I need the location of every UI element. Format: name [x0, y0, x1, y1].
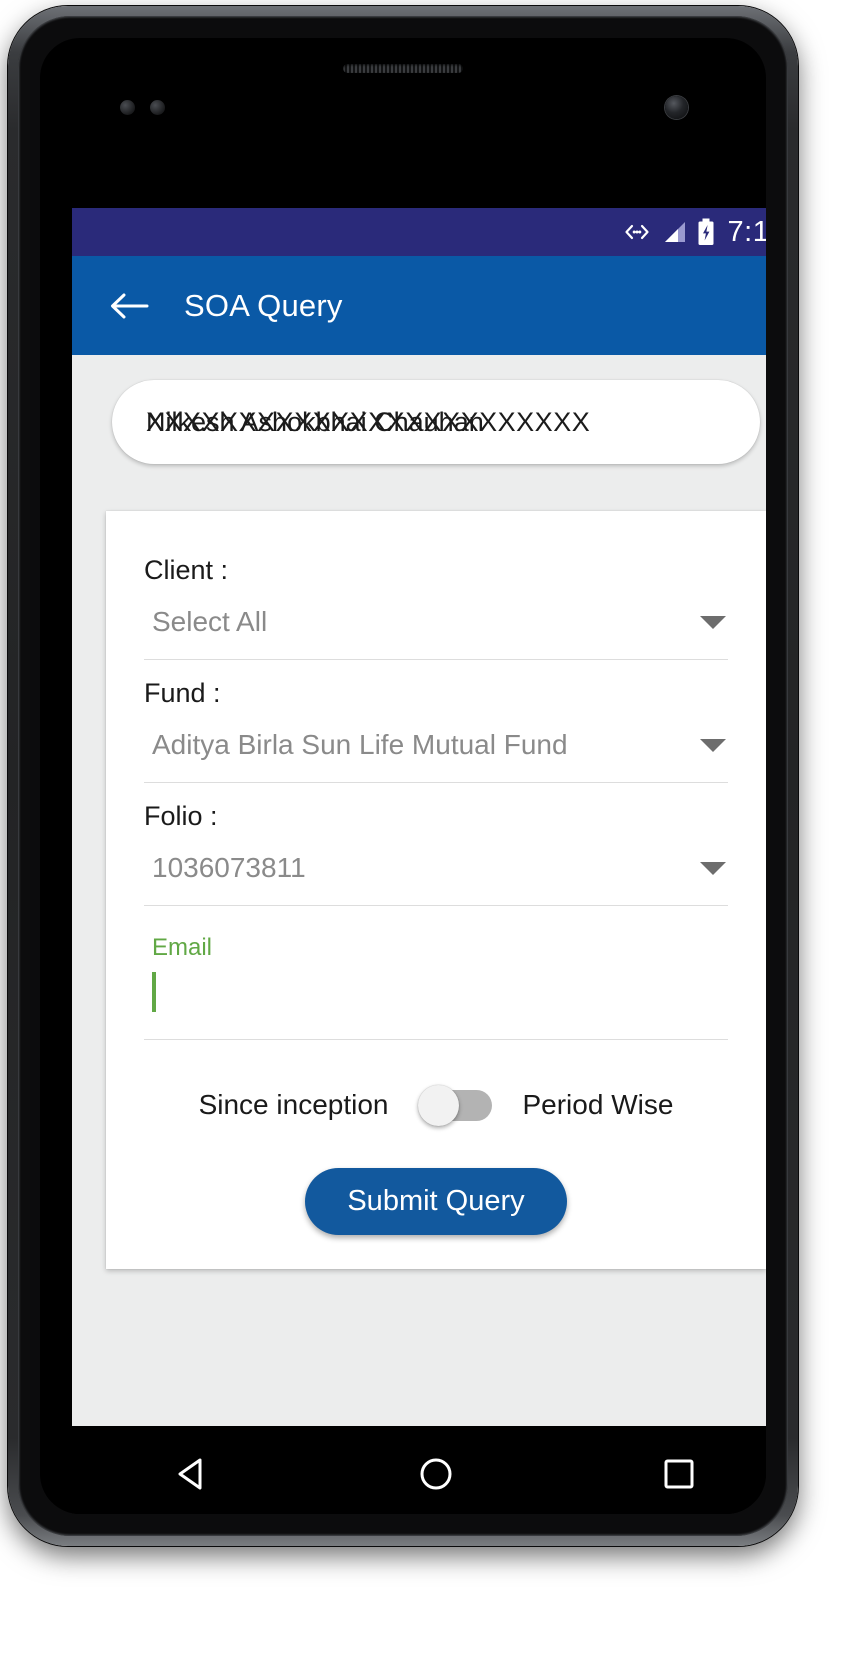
front-camera-icon: [665, 96, 688, 119]
phone-device-frame: 7:19 SOA Query Nilkes: [8, 6, 798, 1546]
account-name-pill[interactable]: Nilkesh Ashokbhai Chauhan XXXXXXXXXXXXXX…: [112, 380, 760, 464]
status-bar: 7:19: [72, 208, 766, 256]
field-fund: Fund : Aditya Birla Sun Life Mutual Fund: [144, 660, 728, 783]
content-area: Nilkesh Ashokbhai Chauhan XXXXXXXXXXXXXX…: [72, 380, 766, 1426]
field-client: Client : Select All: [144, 537, 728, 660]
field-folio: Folio : 1036073811: [144, 783, 728, 906]
field-folio-label: Folio :: [144, 801, 218, 831]
fund-dropdown[interactable]: Aditya Birla Sun Life Mutual Fund: [144, 713, 728, 783]
folio-dropdown-value: 1036073811: [152, 852, 306, 883]
phone-screen: 7:19 SOA Query Nilkes: [72, 208, 766, 1426]
light-sensor-icon: [150, 100, 165, 115]
page-title: SOA Query: [184, 287, 343, 323]
square-recents-icon: [664, 1459, 694, 1489]
chevron-down-icon[interactable]: [700, 861, 726, 875]
nav-back-button[interactable]: [148, 1426, 238, 1514]
period-toggle-row: Since inception Period Wise: [106, 1085, 766, 1126]
period-wise-toggle[interactable]: [418, 1085, 493, 1126]
triangle-back-icon: [178, 1458, 202, 1490]
field-fund-label: Fund :: [144, 678, 221, 708]
account-name-stack: Nilkesh Ashokbhai Chauhan XXXXXXXXXXXXXX…: [146, 404, 726, 440]
client-dropdown-value: Select All: [152, 606, 268, 637]
folio-dropdown[interactable]: 1036073811: [144, 836, 728, 906]
field-email: Email: [144, 906, 728, 1040]
android-navigation-bar: [72, 1426, 766, 1514]
text-cursor-icon: [152, 972, 156, 1012]
circle-home-icon: [420, 1458, 452, 1490]
device-bezel: 7:19 SOA Query Nilkes: [40, 38, 766, 1514]
proximity-sensor-icon: [120, 100, 135, 115]
back-button[interactable]: [106, 283, 152, 329]
fund-dropdown-value: Aditya Birla Sun Life Mutual Fund: [152, 729, 568, 760]
arrow-left-icon: [111, 293, 149, 318]
signal-bars-icon: [661, 220, 687, 244]
chevron-down-icon[interactable]: [700, 738, 726, 752]
battery-charging-icon: [697, 218, 715, 246]
earpiece-speaker: [343, 64, 463, 73]
soa-query-form-card: Client : Select All Fund : Aditya Birla …: [106, 511, 766, 1269]
submit-button-wrap: Submit Query: [106, 1168, 766, 1235]
cast-screen-icon: [623, 222, 651, 242]
app-bar: SOA Query: [72, 256, 766, 355]
email-input[interactable]: [144, 962, 728, 1040]
nav-recents-button[interactable]: [634, 1426, 724, 1514]
client-dropdown[interactable]: Select All: [144, 590, 728, 660]
chevron-down-icon[interactable]: [700, 615, 726, 629]
device-inner-frame: 7:19 SOA Query Nilkes: [18, 16, 788, 1536]
email-field-label: Email: [152, 934, 213, 961]
toggle-label-since-inception: Since inception: [198, 1089, 389, 1120]
toggle-label-period-wise: Period Wise: [522, 1089, 674, 1120]
account-name-redaction: XXXXXXXXXXXXXXXXXXXXXXXX: [146, 407, 591, 437]
status-clock: 7:19: [727, 215, 766, 248]
submit-query-button[interactable]: Submit Query: [305, 1168, 567, 1235]
field-client-label: Client :: [144, 555, 229, 585]
nav-home-button[interactable]: [391, 1426, 481, 1514]
